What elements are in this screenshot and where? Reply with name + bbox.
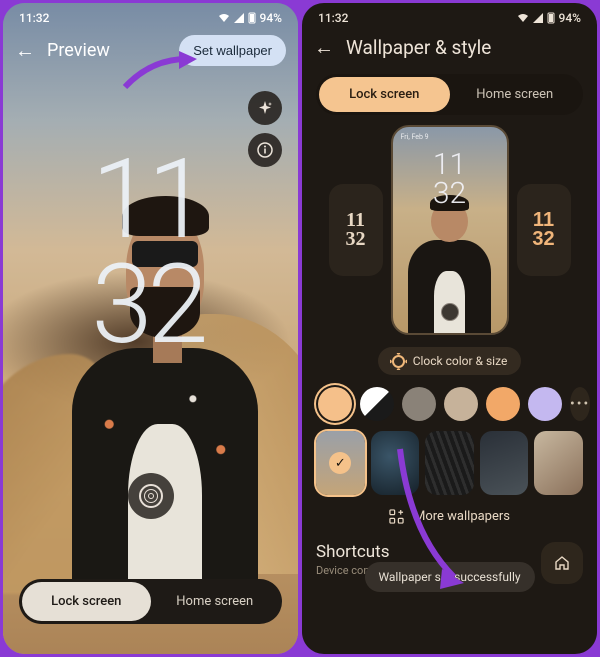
clock-style-carousel[interactable]: 11 32 Fri, Feb 9 11 32 11 32: [302, 125, 597, 335]
lock-clock: 11 32: [92, 148, 204, 357]
lock-screen-preview[interactable]: Fri, Feb 9 11 32: [391, 125, 509, 335]
status-bar: 11:32 94%: [302, 3, 597, 27]
preview-clock: 11 32: [393, 151, 507, 208]
clock-color-size-button[interactable]: Clock color & size: [378, 347, 522, 375]
battery-icon: [547, 12, 555, 24]
color-swatch[interactable]: [444, 387, 478, 421]
wallpaper-thumb[interactable]: [371, 431, 420, 495]
clock-minute: 32: [532, 230, 554, 249]
wallpaper-thumb[interactable]: [534, 431, 583, 495]
page-title: Preview: [47, 40, 167, 61]
battery-percent: 94%: [559, 11, 581, 25]
color-swatch[interactable]: [402, 387, 436, 421]
gear-icon: [392, 355, 405, 368]
clock-style-option[interactable]: 11 32: [329, 184, 383, 276]
shortcuts-title: Shortcuts: [316, 542, 541, 562]
page-title: Wallpaper & style: [346, 36, 491, 59]
ai-sparkle-button[interactable]: [248, 91, 282, 125]
grid-plus-icon: [389, 509, 404, 524]
signal-icon: [533, 13, 543, 23]
header: ← Preview Set wallpaper: [3, 27, 298, 74]
clock-style-option[interactable]: 11 32: [517, 184, 571, 276]
back-arrow-icon[interactable]: ←: [15, 38, 35, 63]
battery-icon: [248, 12, 256, 24]
wallpaper-thumb[interactable]: [480, 431, 529, 495]
battery-percent: 94%: [260, 11, 282, 25]
color-swatch[interactable]: [318, 387, 352, 421]
signal-icon: [234, 13, 244, 23]
clock-minute: 32: [92, 253, 204, 358]
more-wallpapers-label: More wallpapers: [414, 509, 510, 524]
tab-home-screen[interactable]: Home screen: [450, 77, 581, 112]
back-arrow-icon[interactable]: ←: [314, 35, 334, 60]
info-button[interactable]: [248, 133, 282, 167]
wallpaper-thumbs: ✓: [302, 431, 597, 495]
clock-minute: 32: [346, 230, 366, 249]
wifi-icon: [218, 13, 230, 23]
clock-minute: 32: [393, 180, 507, 209]
wallpaper-thumb[interactable]: [425, 431, 474, 495]
color-swatch[interactable]: [528, 387, 562, 421]
color-swatch[interactable]: [486, 387, 520, 421]
tab-home-screen[interactable]: Home screen: [151, 582, 280, 621]
toast-message: Wallpaper set successfully: [364, 562, 534, 592]
preview-tabs: Lock screen Home screen: [19, 579, 282, 624]
wallpaper-style-screen: 11:32 94% ← Wallpaper & style Lock scree…: [302, 3, 597, 654]
info-icon: [257, 142, 273, 158]
wifi-icon: [517, 13, 529, 23]
status-icons: 94%: [517, 11, 581, 25]
color-swatch[interactable]: [360, 387, 394, 421]
color-swatches: •••: [302, 383, 597, 431]
set-wallpaper-button[interactable]: Set wallpaper: [179, 35, 286, 66]
status-time: 11:32: [19, 11, 49, 25]
wallpaper-thumb[interactable]: ✓: [316, 431, 365, 495]
fingerprint-icon: [441, 303, 459, 321]
status-bar: 11:32 94%: [3, 3, 298, 27]
preview-screen: 11:32 94% ← Preview Set wallpaper 11 32 …: [3, 3, 298, 654]
screen-target-tabs: Lock screen Home screen: [316, 74, 583, 115]
sparkle-icon: [257, 100, 273, 116]
fingerprint-icon: [139, 484, 163, 508]
clock-hour: 11: [92, 148, 204, 253]
header: ← Wallpaper & style: [302, 27, 597, 68]
clock-color-size-label: Clock color & size: [413, 354, 508, 368]
status-time: 11:32: [318, 11, 348, 25]
shortcut-home-button[interactable]: [541, 542, 583, 584]
preview-date: Fri, Feb 9: [401, 133, 429, 141]
status-icons: 94%: [218, 11, 282, 25]
home-icon: [554, 555, 570, 571]
tab-lock-screen[interactable]: Lock screen: [22, 582, 151, 621]
more-colors-button[interactable]: •••: [570, 387, 590, 421]
check-icon: ✓: [329, 452, 351, 474]
more-wallpapers-button[interactable]: More wallpapers: [302, 495, 597, 534]
tab-lock-screen[interactable]: Lock screen: [319, 77, 450, 112]
fingerprint-button[interactable]: [128, 473, 174, 519]
